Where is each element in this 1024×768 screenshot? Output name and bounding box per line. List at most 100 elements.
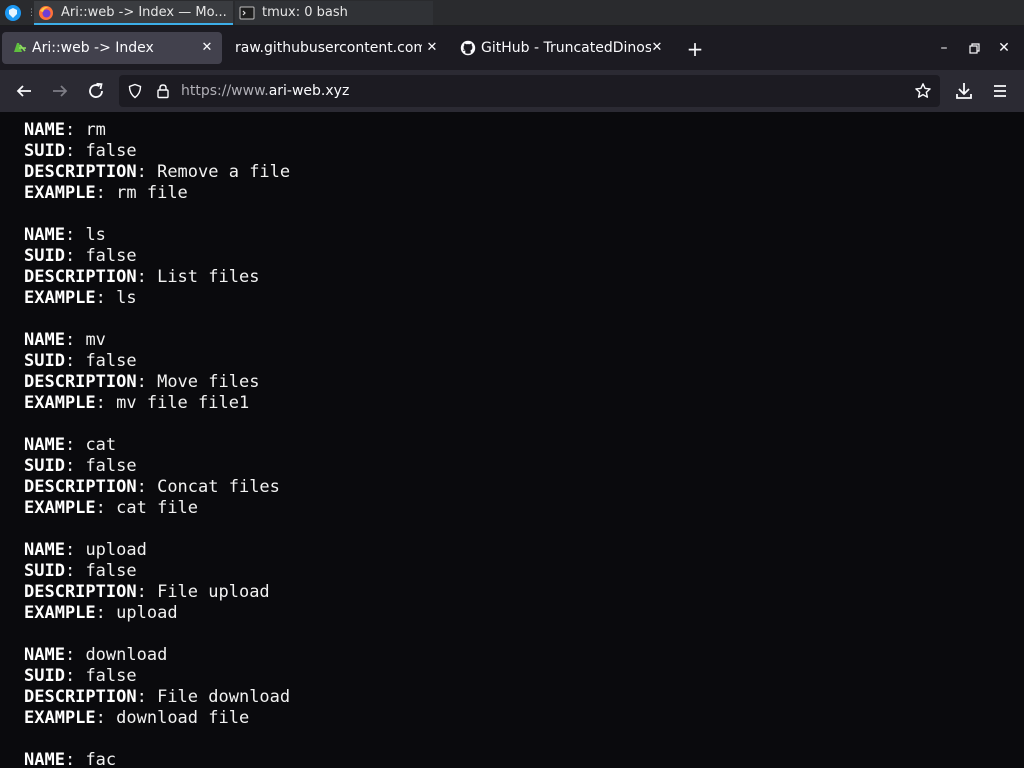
description-label: DESCRIPTION — [24, 267, 137, 287]
suid-label: SUID — [24, 456, 65, 476]
command-name: fac — [85, 750, 117, 768]
command-description: File upload — [157, 582, 270, 602]
command-name: upload — [85, 540, 147, 560]
command-entry: NAME: rm SUID: false DESCRIPTION: Remove… — [24, 120, 291, 203]
back-button[interactable] — [12, 79, 36, 103]
os-taskbar: ⋮ Ari::web -> Index — Mo... tmux: 0 bash — [0, 0, 1024, 26]
tab-github[interactable]: GitHub - TruncatedDinosour ✕ — [450, 32, 670, 64]
suid-label: SUID — [24, 561, 65, 581]
tab-raw-github[interactable]: raw.githubusercontent.com/ ✕ — [224, 32, 444, 64]
suid-label: SUID — [24, 666, 65, 686]
name-label: NAME — [24, 540, 65, 560]
reload-button[interactable] — [84, 79, 108, 103]
taskbar-task-label: tmux: 0 bash — [262, 5, 348, 20]
url-bar[interactable]: https://www.ari-web.xyz — [119, 75, 940, 107]
tab-ari-web[interactable]: Ari::web -> Index ✕ — [2, 32, 222, 64]
description-label: DESCRIPTION — [24, 372, 137, 392]
url-text[interactable]: https://www.ari-web.xyz — [181, 75, 349, 107]
suid-label: SUID — [24, 351, 65, 371]
restore-window-icon[interactable] — [964, 38, 984, 58]
example-label: EXAMPLE — [24, 708, 96, 728]
command-description: Remove a file — [157, 162, 291, 182]
command-suid: false — [85, 456, 137, 476]
terminal-icon — [239, 6, 255, 20]
navigation-toolbar: https://www.ari-web.xyz — [0, 70, 1024, 112]
taskbar-task-firefox[interactable]: Ari::web -> Index — Mo... — [34, 1, 233, 25]
new-tab-button[interactable]: + — [683, 37, 707, 61]
tab-strip: Ari::web -> Index ✕ raw.githubuserconten… — [0, 26, 1024, 70]
download-icon — [956, 83, 972, 99]
name-label: NAME — [24, 330, 65, 350]
arrow-left-icon — [16, 85, 31, 97]
command-suid: false — [85, 561, 137, 581]
firefox-icon — [39, 6, 53, 20]
example-label: EXAMPLE — [24, 288, 96, 308]
command-entry: NAME: mv SUID: false DESCRIPTION: Move f… — [24, 330, 260, 413]
description-label: DESCRIPTION — [24, 162, 137, 182]
suid-label: SUID — [24, 246, 65, 266]
command-description: List files — [157, 267, 260, 287]
taskbar-separator-icon: ⋮ — [27, 8, 36, 18]
name-label: NAME — [24, 225, 65, 245]
tracking-protection-shield-icon[interactable] — [127, 83, 143, 99]
command-entry: NAME: fac — [24, 750, 117, 768]
name-label: NAME — [24, 645, 65, 665]
command-name: mv — [85, 330, 106, 350]
close-window-icon[interactable]: ✕ — [994, 38, 1014, 58]
command-suid: false — [85, 666, 137, 686]
command-entry: NAME: download SUID: false DESCRIPTION: … — [24, 645, 291, 728]
reload-icon — [89, 82, 103, 98]
command-description: Concat files — [157, 477, 280, 497]
command-entry: NAME: cat SUID: false DESCRIPTION: Conca… — [24, 435, 280, 518]
lock-icon[interactable] — [155, 83, 171, 99]
example-label: EXAMPLE — [24, 183, 96, 203]
ari-web-favicon-icon — [14, 43, 26, 52]
close-tab-icon[interactable]: ✕ — [199, 40, 215, 56]
url-prefix: https://www. — [181, 83, 269, 99]
downloads-button[interactable] — [952, 79, 976, 103]
hamburger-menu-icon — [994, 85, 1006, 97]
arrow-right-icon — [53, 85, 68, 97]
command-example: download file — [116, 708, 250, 728]
command-suid: false — [85, 246, 137, 266]
command-description: File download — [157, 687, 291, 707]
tab-label: GitHub - TruncatedDinosour — [481, 40, 651, 56]
command-name: cat — [85, 435, 117, 455]
forward-button[interactable] — [48, 79, 72, 103]
tab-label: raw.githubusercontent.com/ — [235, 40, 422, 56]
description-label: DESCRIPTION — [24, 477, 137, 497]
command-description: Move files — [157, 372, 260, 392]
suid-label: SUID — [24, 141, 65, 161]
github-icon — [460, 40, 476, 56]
app-launcher-icon[interactable] — [5, 5, 21, 21]
command-entry: NAME: upload SUID: false DESCRIPTION: Fi… — [24, 540, 270, 623]
taskbar-task-label: Ari::web -> Index — Mo... — [61, 5, 227, 20]
command-name: rm — [85, 120, 106, 140]
command-name: download — [85, 645, 168, 665]
command-example: upload — [116, 603, 178, 623]
command-example: ls — [116, 288, 137, 308]
name-label: NAME — [24, 435, 65, 455]
close-tab-icon[interactable]: ✕ — [649, 40, 665, 56]
taskbar-task-terminal[interactable]: tmux: 0 bash — [235, 1, 433, 25]
command-suid: false — [85, 141, 137, 161]
page-content: NAME: rm SUID: false DESCRIPTION: Remove… — [0, 112, 1024, 768]
name-label: NAME — [24, 750, 65, 768]
example-label: EXAMPLE — [24, 603, 96, 623]
app-menu-button[interactable] — [988, 79, 1012, 103]
tab-label: Ari::web -> Index — [32, 40, 154, 56]
bookmark-star-icon[interactable] — [914, 82, 932, 100]
close-tab-icon[interactable]: ✕ — [424, 40, 440, 56]
description-label: DESCRIPTION — [24, 687, 137, 707]
example-label: EXAMPLE — [24, 393, 96, 413]
command-list: NAME: rm SUID: false DESCRIPTION: Remove… — [24, 120, 290, 768]
command-example: rm file — [116, 183, 188, 203]
command-suid: false — [85, 351, 137, 371]
command-example: cat file — [116, 498, 199, 518]
example-label: EXAMPLE — [24, 498, 96, 518]
command-example: mv file file1 — [116, 393, 250, 413]
minimize-window-icon[interactable]: – — [934, 38, 954, 58]
command-name: ls — [85, 225, 106, 245]
url-host: ari-web.xyz — [268, 83, 350, 99]
name-label: NAME — [24, 120, 65, 140]
